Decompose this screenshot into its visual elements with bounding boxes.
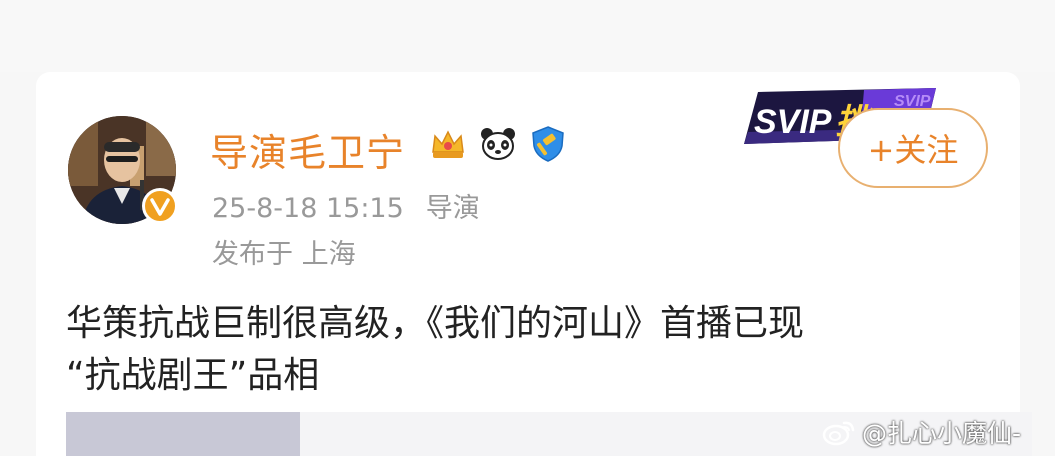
- user-badges: [428, 124, 568, 164]
- post-image-thumbnail[interactable]: [66, 412, 300, 456]
- post-text-line: “抗战剧王”品相: [66, 355, 320, 396]
- post-time[interactable]: 25-8-18 15:15: [212, 193, 404, 224]
- crown-icon[interactable]: [428, 124, 468, 164]
- verified-badge-icon: [142, 188, 178, 224]
- panda-icon[interactable]: [478, 124, 518, 164]
- post-meta: 25-8-18 15:15 导演: [212, 186, 480, 225]
- weibo-post-screen: 导演毛卫宁 25-8-18 15:15 导演 发布于 上海 SVIP SVIP …: [0, 0, 1055, 456]
- post-location: 发布于 上海: [212, 239, 356, 270]
- shield-hammer-icon[interactable]: [528, 124, 568, 164]
- author-role: 导演: [425, 193, 480, 224]
- weibo-logo-icon: [822, 421, 855, 446]
- follow-button[interactable]: +关注: [838, 108, 988, 188]
- top-strip: [0, 0, 1055, 72]
- svip-text: SVIP: [754, 103, 832, 141]
- watermark: @扎心小魔仙-: [822, 414, 1021, 450]
- post-text-line: 华策抗战巨制很高级，《我们的河山》首播已现: [66, 303, 805, 344]
- watermark-text: @扎心小魔仙-: [862, 419, 1022, 448]
- post-content[interactable]: 华策抗战巨制很高级，《我们的河山》首播已现 “抗战剧王”品相: [66, 298, 986, 402]
- author-name[interactable]: 导演毛卫宁: [210, 122, 405, 177]
